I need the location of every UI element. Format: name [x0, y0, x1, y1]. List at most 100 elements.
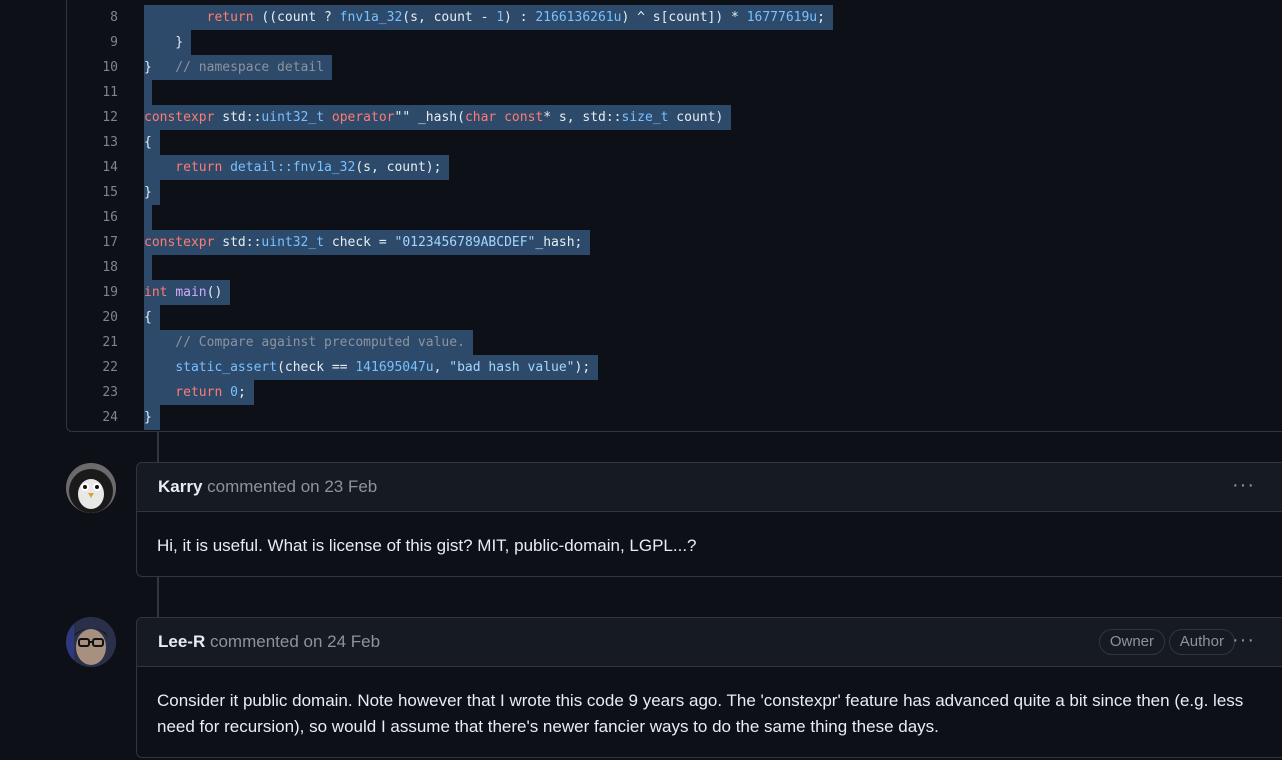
- selection-highlight: {: [144, 305, 160, 330]
- code-text: return detail::fnv1a_32(s, count);: [144, 155, 450, 180]
- line-number[interactable]: 11: [67, 80, 118, 105]
- code-line: 8 return ((count ? fnv1a_32(s, count - 1…: [67, 5, 1282, 30]
- code-token: "bad hash value": [449, 360, 575, 375]
- code-line: 11: [67, 80, 1282, 105]
- code-token: ;: [237, 385, 246, 400]
- code-line: 9 }: [67, 30, 1282, 55]
- code-line: 24}: [67, 405, 1282, 430]
- code-token: 141695047u: [355, 360, 434, 375]
- selection-highlight: return 0;: [144, 380, 254, 405]
- code-line: 21 // Compare against precomputed value.: [67, 330, 1282, 355]
- selection-highlight: int main(): [144, 280, 231, 305]
- code-text: constexpr std::uint32_t check = "0123456…: [144, 230, 591, 255]
- code-token: size_t: [621, 110, 669, 125]
- code-line: 13 {: [67, 130, 1282, 155]
- comment-header: Karry commented on 23 Feb ···: [137, 463, 1282, 512]
- code-token: ) :: [504, 10, 536, 25]
- author-badge: Author: [1168, 629, 1235, 655]
- line-number[interactable]: 15: [67, 180, 118, 205]
- selection-highlight: }: [144, 405, 160, 430]
- code-token: {: [144, 310, 152, 325]
- line-number[interactable]: 18: [67, 255, 118, 280]
- code-token: operator: [331, 110, 395, 125]
- selection-highlight: constexpr std::uint32_t check = "0123456…: [144, 230, 591, 255]
- owner-badge: Owner: [1098, 629, 1165, 655]
- line-number[interactable]: 10: [67, 55, 118, 80]
- comment-timestamp[interactable]: commented on 23 Feb: [207, 477, 377, 496]
- comment-author[interactable]: Lee-R: [158, 632, 205, 651]
- code-token: return: [144, 10, 254, 25]
- selection-highlight: } // namespace detail: [144, 55, 333, 80]
- line-number[interactable]: 9: [67, 30, 118, 55]
- code-token: "" _hash(: [394, 110, 465, 125]
- comment-options-icon[interactable]: ···: [1232, 474, 1255, 497]
- code-token: std::: [214, 235, 262, 250]
- code-token: }: [144, 185, 152, 200]
- code-text: static_assert(check == 141695047u, "bad …: [144, 355, 599, 380]
- selection-highlight: // Compare against precomputed value.: [144, 330, 473, 355]
- comment-lee-r: Lee-R commented on 24 Feb Owner Author ·…: [136, 617, 1282, 758]
- code-line: 18: [67, 255, 1282, 280]
- code-line: 19 int main(): [67, 280, 1282, 305]
- avatar-karry[interactable]: [66, 463, 116, 513]
- line-number[interactable]: 22: [67, 355, 118, 380]
- code-text: constexpr std::uint32_t operator"" _hash…: [144, 105, 732, 130]
- code-token: ) ^ s[count]) *: [621, 10, 747, 25]
- comment-author[interactable]: Karry: [158, 477, 202, 496]
- comment-karry: Karry commented on 23 Feb ··· Hi, it is …: [136, 462, 1282, 577]
- code-token: );: [574, 360, 591, 375]
- code-token: (s, count -: [402, 10, 497, 25]
- line-number[interactable]: 19: [67, 280, 118, 305]
- line-number[interactable]: 8: [67, 5, 118, 30]
- code-text: }: [144, 30, 192, 55]
- comment-header: Lee-R commented on 24 Feb Owner Author ·…: [137, 618, 1282, 667]
- code-token: static_assert: [175, 360, 278, 375]
- selection-highlight: [144, 205, 152, 230]
- selection-highlight: constexpr std::uint32_t operator"" _hash…: [144, 105, 732, 130]
- line-number[interactable]: 21: [67, 330, 118, 355]
- code-token: 0: [230, 385, 238, 400]
- code-line: 23 return 0;: [67, 380, 1282, 405]
- selection-highlight: [144, 80, 152, 105]
- comment-timestamp[interactable]: commented on 24 Feb: [210, 632, 380, 651]
- selection-highlight: }: [144, 180, 160, 205]
- line-number[interactable]: 16: [67, 205, 118, 230]
- selection-highlight: }: [144, 30, 192, 55]
- code-token: }: [144, 35, 184, 50]
- code-token: {: [144, 135, 152, 150]
- selection-highlight: return detail::fnv1a_32(s, count);: [144, 155, 450, 180]
- line-number[interactable]: 14: [67, 155, 118, 180]
- line-number[interactable]: 13: [67, 130, 118, 155]
- code-token: "0123456789ABCDEF": [394, 235, 536, 250]
- code-text: return ((count ? fnv1a_32(s, count - 1) …: [144, 5, 833, 30]
- line-number[interactable]: 12: [67, 105, 118, 130]
- code-text: }: [144, 405, 160, 430]
- timeline-connector: [157, 431, 159, 463]
- avatar-lee-r[interactable]: [66, 617, 116, 667]
- code-token: // namespace detail: [151, 60, 325, 75]
- code-line: 16: [67, 205, 1282, 230]
- code-token: constexpr: [144, 235, 215, 250]
- comment-body: Hi, it is useful. What is license of thi…: [157, 536, 697, 555]
- code-token: check =: [324, 235, 395, 250]
- code-token: }: [144, 60, 152, 75]
- code-token: 1: [496, 10, 505, 25]
- line-number[interactable]: 17: [67, 230, 118, 255]
- code-token: _hash;: [535, 235, 583, 250]
- code-token: fnv1a_32: [339, 10, 403, 25]
- line-number[interactable]: 20: [67, 305, 118, 330]
- code-token: count): [668, 110, 724, 125]
- selection-highlight: static_assert(check == 141695047u, "bad …: [144, 355, 599, 380]
- code-text: {: [144, 305, 160, 330]
- code-token: 16777619u: [746, 10, 818, 25]
- code-line: 12 constexpr std::uint32_t operator"" _ha…: [67, 105, 1282, 130]
- line-number[interactable]: 24: [67, 405, 118, 430]
- comment-options-icon[interactable]: ···: [1232, 629, 1255, 652]
- code-token: * s, std::: [543, 110, 622, 125]
- line-number[interactable]: 23: [67, 380, 118, 405]
